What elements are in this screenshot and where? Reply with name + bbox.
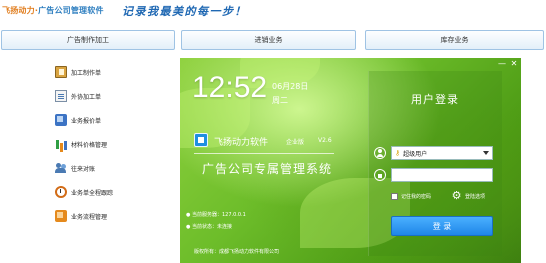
- section-header-purchase[interactable]: 进销业务: [181, 30, 356, 50]
- people-icon: [55, 162, 67, 174]
- menu-item-workflow[interactable]: 业务流程管理: [55, 204, 175, 228]
- brand-sub-text: 广告公司管理软件: [38, 6, 104, 15]
- clock-weekday: 周二: [272, 96, 288, 105]
- menu-item-label: 外协加工单: [71, 93, 102, 101]
- copyright: 版权所有：成都飞扬动力软件有限公司: [194, 249, 280, 255]
- menu-item-quotation[interactable]: 业务报价单: [55, 108, 175, 132]
- key-icon: ⚷: [395, 149, 401, 157]
- menu-item-material-price[interactable]: 材料价格管理: [55, 132, 175, 156]
- user-icon: [374, 147, 386, 159]
- menu-item-label: 往来对账: [71, 165, 96, 173]
- password-field[interactable]: [391, 168, 493, 182]
- app-logo-icon: [194, 133, 208, 147]
- menu-item-label: 业务单全程跟踪: [71, 189, 114, 197]
- system-title: 广告公司专属管理系统: [202, 162, 333, 176]
- remember-password-label: 记住我的密码: [401, 194, 432, 200]
- product-version: V2.6: [318, 137, 332, 144]
- gear-icon[interactable]: ⚙: [451, 190, 462, 201]
- menu-item-label: 业务流程管理: [71, 213, 108, 221]
- menu-item-reconciliation[interactable]: 往来对账: [55, 156, 175, 180]
- remember-password-checkbox[interactable]: [391, 193, 398, 200]
- brand-logo: 飞扬动力·广告公司管理软件: [2, 6, 104, 15]
- login-panel: 用户登录 ⚷ 超级用户 记住我的密码 ⚙ 登陆选项 登 录: [368, 71, 502, 256]
- product-name: 飞扬动力软件: [214, 138, 269, 148]
- login-button[interactable]: 登 录: [391, 216, 493, 236]
- login-window: — ✕ 12:52 06月28日 周二 飞扬动力软件 企业版 V2.6 广告公司…: [180, 58, 521, 263]
- login-title: 用户登录: [411, 93, 459, 106]
- bar-chart-icon: [55, 138, 67, 150]
- close-button[interactable]: ✕: [509, 59, 519, 69]
- menu-item-processing-order[interactable]: 加工制作单: [55, 60, 175, 84]
- product-edition: 企业版: [286, 139, 305, 146]
- login-options-link[interactable]: 登陆选项: [465, 193, 485, 200]
- chevron-down-icon: [483, 151, 489, 155]
- divider: [194, 153, 334, 154]
- document-icon: [55, 90, 67, 102]
- lock-icon: [374, 169, 386, 181]
- clock-time: 12:52: [192, 71, 268, 104]
- server-address: ● 当前服务器：127.0.0.1: [186, 212, 246, 218]
- clock-icon: [55, 186, 67, 198]
- app-header: 飞扬动力·广告公司管理软件 记录我最美的每一步！: [0, 0, 546, 26]
- clock-date: 06月28日: [272, 82, 309, 91]
- product-info: 飞扬动力软件 企业版 V2.6: [194, 131, 334, 151]
- quote-icon: [55, 114, 67, 126]
- menu-item-outsourcing-order[interactable]: 外协加工单: [55, 84, 175, 108]
- section-header-inventory[interactable]: 库存业务: [365, 30, 544, 50]
- menu-item-order-tracking[interactable]: 业务单全程跟踪: [55, 180, 175, 204]
- menu-item-label: 加工制作单: [71, 69, 102, 77]
- slogan: 记录我最美的每一步！: [122, 5, 247, 18]
- flow-icon: [55, 210, 67, 222]
- section-header-production[interactable]: 广告制作加工: [1, 30, 175, 50]
- user-select[interactable]: ⚷ 超级用户: [391, 146, 493, 160]
- menu-item-label: 业务报价单: [71, 117, 102, 125]
- menu-item-label: 材料价格管理: [71, 141, 108, 149]
- production-menu: 加工制作单 外协加工单 业务报价单 材料价格管理 往来对账 业务单全程跟踪 业务…: [55, 60, 175, 228]
- user-select-value: 超级用户: [403, 150, 428, 158]
- minimize-button[interactable]: —: [497, 59, 507, 69]
- brand-main-text: 飞扬动力: [2, 6, 35, 15]
- connection-status: ● 当前状态：未连接: [186, 224, 232, 230]
- book-icon: [55, 66, 67, 78]
